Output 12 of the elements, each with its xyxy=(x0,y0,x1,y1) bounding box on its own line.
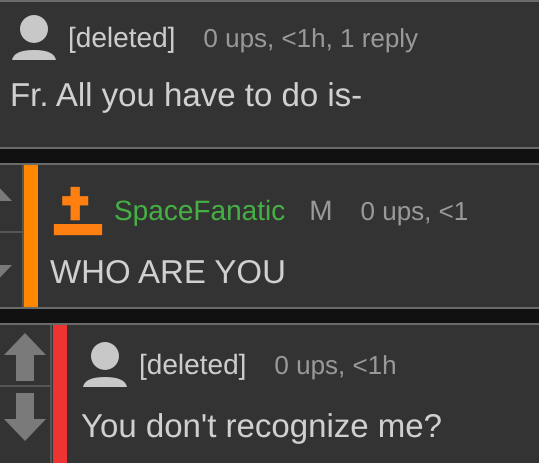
user-avatar-icon xyxy=(10,14,58,62)
comment-text: Fr. All you have to do is- xyxy=(10,76,364,114)
username[interactable]: [deleted] xyxy=(139,349,246,381)
comment-meta: 0 ups, <1h, 1 reply xyxy=(203,22,418,54)
comment-text: You don't recognize me? xyxy=(81,407,442,445)
comment-text: WHO ARE YOU xyxy=(50,253,287,291)
comment-meta: 0 ups, <1 xyxy=(360,196,468,226)
user-avatar-icon xyxy=(81,341,129,389)
username[interactable]: SpaceFanatic xyxy=(114,195,286,227)
role-label: M xyxy=(309,195,333,227)
comment-meta: 0 ups, <1h xyxy=(274,350,397,380)
username[interactable]: [deleted] xyxy=(68,22,176,54)
